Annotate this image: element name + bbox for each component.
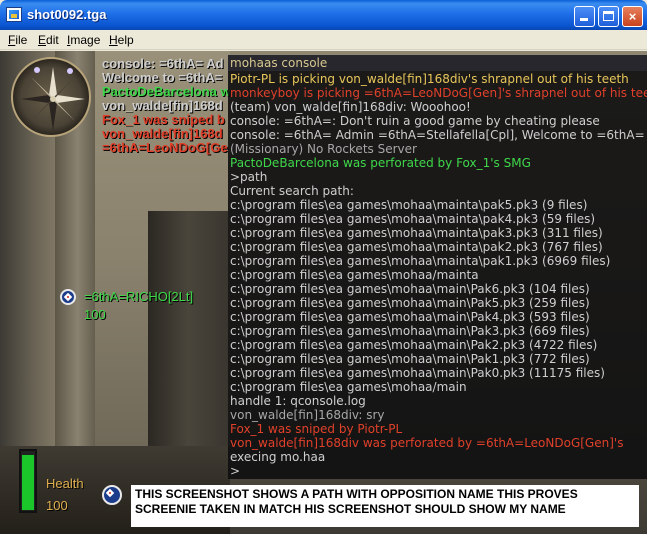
annotation-caption: THIS SCREENSHOT SHOWS A PATH WITH OPPOSI… [131, 485, 639, 527]
compass-marker-icon [67, 68, 73, 74]
menu-help-accel: H [109, 33, 118, 47]
maximize-icon [603, 11, 614, 21]
console-line: c:\program files\ea games\mohaa\main\Pak… [230, 352, 590, 366]
console-line: c:\program files\ea games\mohaa\mainta\p… [230, 226, 603, 240]
console-line: >path [230, 170, 268, 184]
compass-marker-icon [34, 67, 40, 73]
compass-icon [11, 57, 91, 137]
player-team-icon [102, 485, 122, 505]
console-line: c:\program files\ea games\mohaa/main [230, 380, 467, 394]
health-bar-fill [22, 455, 34, 510]
caption-line: SCREENIE TAKEN IN MATCH HIS SCREENSHOT S… [135, 502, 566, 516]
health-value: 100 [46, 498, 68, 513]
console-line: c:\program files\ea games\mohaa\main\Pak… [230, 338, 598, 352]
menu-bar: File Edit Image Help [0, 30, 647, 50]
health-label: Health [46, 476, 84, 491]
console-line: c:\program files\ea games\mohaa/mainta [230, 268, 479, 282]
console-line: (Missionary) No Rockets Server [230, 142, 417, 156]
teammate-name: =6thA=RICHO[2Lt] [84, 289, 194, 304]
compass-rose-icon [21, 67, 85, 131]
teammate-health: 100 [84, 307, 106, 322]
console-line: Piotr-PL is picking von_walde[fin]168div… [230, 72, 629, 86]
hud-chat-line: Welcome to =6thA= [102, 70, 223, 85]
hud-chat-log: console: =6thA= Ad Welcome to =6thA= Pac… [102, 57, 231, 155]
title-bar: shot0092.tga × [0, 0, 647, 30]
health-bar [19, 449, 37, 513]
image-file-icon [6, 7, 22, 22]
hud-chat-line: von_walde[fin]168d [102, 126, 223, 141]
hud-chat-line: Fox_1 was sniped b [102, 112, 225, 127]
console-line: c:\program files\ea games\mohaa\mainta\p… [230, 212, 596, 226]
console-line: c:\program files\ea games\mohaa\main\Pak… [230, 296, 590, 310]
image-viewport: console: =6thA= Ad Welcome to =6thA= Pac… [0, 51, 647, 534]
console-line: von_walde[fin]168div was perforated by =… [230, 436, 624, 450]
console-line: console: =6thA= Admin =6thA=Stellafella[… [230, 128, 645, 142]
console-line: Fox_1 was sniped by Piotr-PL [230, 422, 403, 436]
console-line: execing mo.haa [230, 450, 326, 464]
menu-file[interactable]: File [8, 33, 27, 47]
console-line: (team) von_walde[fin]168div: Wooohoo! [230, 100, 471, 114]
menu-edit-accel: E [38, 33, 47, 47]
console-line: c:\program files\ea games\mohaa\main\Pak… [230, 324, 590, 338]
menu-edit[interactable]: Edit [38, 33, 59, 47]
console-line: monkeyboy is picking =6thA=LeoNDoG[Gen]'… [230, 86, 647, 100]
console-line: c:\program files\ea games\mohaa\main\Pak… [230, 310, 590, 324]
console-line: von_walde[fin]168div: sry [230, 408, 385, 422]
console-line: c:\program files\ea games\mohaa\main\Pak… [230, 282, 590, 296]
close-icon: × [628, 9, 637, 24]
console-line: > [230, 464, 241, 478]
window-title: shot0092.tga [27, 7, 107, 22]
menu-edit-label: dit [46, 33, 59, 47]
menu-file-label: ile [15, 33, 28, 47]
console-line: c:\program files\ea games\mohaa\mainta\p… [230, 240, 603, 254]
menu-image[interactable]: Image [67, 33, 100, 47]
hud-chat-line: =6thA=LeoNDoG[Ge [102, 140, 228, 155]
caption-line: THIS SCREENSHOT SHOWS A PATH WITH OPPOSI… [135, 487, 578, 501]
console-line: c:\program files\ea games\mohaa\main\Pak… [230, 366, 605, 380]
allied-team-icon [60, 289, 76, 305]
console-line: console: =6thA=: Don't ruin a good game … [230, 114, 600, 128]
minimize-button[interactable] [574, 6, 595, 27]
console-line: PactoDeBarcelona was perforated by Fox_1… [230, 156, 531, 170]
console-line: handle 1: qconsole.log [230, 394, 366, 408]
menu-image-label: mage [70, 33, 101, 47]
close-button[interactable]: × [622, 6, 643, 27]
maximize-button[interactable] [598, 6, 619, 27]
minimize-icon [580, 18, 588, 21]
hud-chat-line: von_walde[fin]168d [102, 98, 223, 113]
game-console[interactable]: mohaas console Piotr-PL is picking von_w… [228, 55, 647, 479]
hud-chat-line: PactoDeBarcelona w [102, 84, 231, 99]
console-output: Piotr-PL is picking von_walde[fin]168div… [228, 71, 647, 478]
console-line: Current search path: [230, 184, 354, 198]
console-title: mohaas console [228, 55, 647, 71]
hud-chat-line: console: =6thA= Ad [102, 56, 224, 71]
console-line: c:\program files\ea games\mohaa\mainta\p… [230, 254, 611, 268]
menu-help[interactable]: Help [109, 33, 134, 47]
menu-help-label: elp [117, 33, 134, 47]
console-line: c:\program files\ea games\mohaa\mainta\p… [230, 198, 588, 212]
